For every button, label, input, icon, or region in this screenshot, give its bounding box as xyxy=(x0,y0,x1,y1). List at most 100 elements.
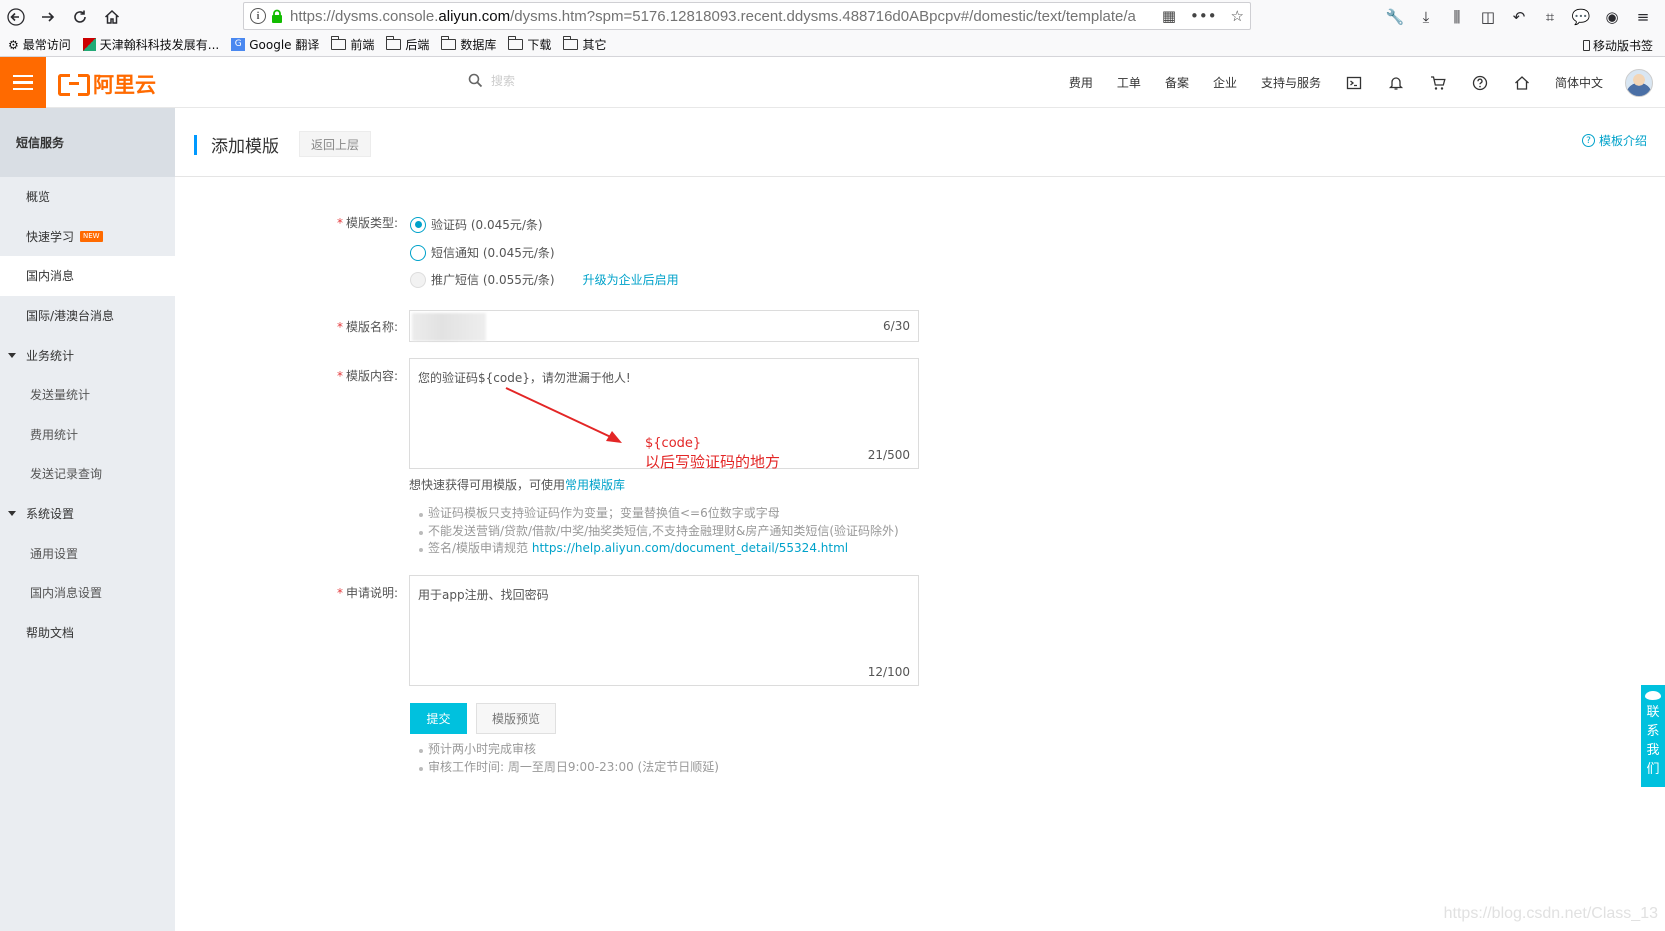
address-bar[interactable]: i https://dysms.console.aliyun.com/dysms… xyxy=(243,2,1251,30)
cart-icon[interactable] xyxy=(1417,75,1459,91)
sidebar-item-international[interactable]: 国际/港澳台消息 xyxy=(0,296,175,336)
lock-icon xyxy=(272,9,282,23)
caret-down-icon xyxy=(8,511,16,517)
aliyun-logo[interactable]: 阿里云 xyxy=(58,69,156,99)
folder-icon xyxy=(508,36,524,50)
remark-textarea[interactable]: 用于app注册、找回密码 12/100 xyxy=(409,575,919,686)
hamburger-menu-icon[interactable]: ≡ xyxy=(1633,7,1653,27)
console-header: 阿里云 搜索 费用 工单 备案 企业 支持与服务 简体中文 xyxy=(0,57,1665,108)
crop-icon[interactable]: ⌗ xyxy=(1540,7,1560,27)
folder-icon xyxy=(563,36,579,50)
back-arrow-icon[interactable] xyxy=(0,1,32,33)
preview-button[interactable]: 模版预览 xyxy=(476,703,556,734)
header-search[interactable]: 搜索 xyxy=(468,72,515,89)
help-icon[interactable] xyxy=(1459,75,1501,91)
sidebar-item-domestic-settings[interactable]: 国内消息设置 xyxy=(0,573,175,613)
mobile-bookmarks[interactable]: 移动版书签 xyxy=(1582,37,1653,54)
type-option-promotion: 推广短信 (0.055元/条) 升级为企业后启用 xyxy=(410,271,679,288)
tip-item: 签名/模版申请规范 https://help.aliyun.com/docume… xyxy=(418,540,899,558)
bookmark-folder-frontend[interactable]: 前端 xyxy=(331,36,374,53)
tip-item: 不能发送营销/贷款/借款/中奖/抽奖类短信,不支持金融理财&房产通知类短信(验证… xyxy=(418,523,899,541)
rule-doc-link[interactable]: https://help.aliyun.com/document_detail/… xyxy=(532,541,848,555)
wrench-icon[interactable]: 🔧 xyxy=(1385,7,1405,27)
forward-arrow-icon[interactable] xyxy=(32,1,64,33)
site-icon xyxy=(82,38,96,51)
bookmark-folder-other[interactable]: 其它 xyxy=(563,36,606,53)
chat-bubble-icon xyxy=(1645,691,1661,700)
chat-icon[interactable]: 💬 xyxy=(1571,7,1591,27)
template-name-input[interactable]: 6/30 xyxy=(409,310,919,342)
caret-down-icon xyxy=(8,352,16,358)
content-label: * 模版内容: xyxy=(336,369,398,383)
sidebar-item-send-records[interactable]: 发送记录查询 xyxy=(0,454,175,494)
undo-icon[interactable]: ↶ xyxy=(1509,7,1529,27)
menu-toggle-button[interactable] xyxy=(0,57,46,108)
search-icon xyxy=(468,73,483,88)
radio-checked[interactable] xyxy=(410,216,426,233)
template-library-link[interactable]: 常用模版库 xyxy=(565,478,625,492)
back-button[interactable]: 返回上层 xyxy=(299,131,371,157)
nav-billing[interactable]: 费用 xyxy=(1057,74,1105,91)
reload-icon[interactable] xyxy=(64,1,96,33)
info-icon[interactable]: i xyxy=(250,8,266,24)
sidebar-item-domestic[interactable]: 国内消息 xyxy=(0,256,175,296)
download-icon[interactable]: ⤓ xyxy=(1416,7,1436,27)
quick-hint: 想快速获得可用模版，可使用常用模版库 xyxy=(409,478,626,492)
avatar[interactable] xyxy=(1625,68,1653,97)
sidebar-item-cost-stats[interactable]: 费用统计 xyxy=(0,415,175,455)
bookmark-google-translate[interactable]: G Google 翻译 xyxy=(231,36,319,53)
remark-counter: 12/100 xyxy=(867,665,910,679)
blurred-name-value xyxy=(412,313,486,341)
watermark: https://blog.csdn.net/Class_13 xyxy=(1443,905,1658,922)
library-icon[interactable]: ⫼ xyxy=(1447,7,1467,27)
annotation-note: ${code} 以后写验证码的地方 xyxy=(645,434,780,472)
sidebar-group-statistics[interactable]: 业务统计 xyxy=(0,335,175,375)
submit-button[interactable]: 提交 xyxy=(410,703,467,734)
review-tips: 预计两小时完成审核 审核工作时间: 周一至周日9:00-23:00 (法定节日顺… xyxy=(418,741,719,776)
home-icon[interactable] xyxy=(1501,75,1543,91)
account-icon[interactable]: ◉ xyxy=(1602,7,1622,27)
radio-disabled xyxy=(410,271,426,288)
sidebar-item-overview[interactable]: 概览 xyxy=(0,177,175,217)
sidebar-item-send-stats[interactable]: 发送量统计 xyxy=(0,375,175,415)
type-option-verification[interactable]: 验证码 (0.045元/条) xyxy=(410,216,543,233)
nav-icp[interactable]: 备案 xyxy=(1153,74,1201,91)
sidebar-item-quick-learn[interactable]: 快速学习 NEW xyxy=(0,217,175,257)
folder-icon xyxy=(386,36,402,50)
bookmark-tianjin[interactable]: 天津翰科科技发展有... xyxy=(82,36,219,53)
bookmark-folder-download[interactable]: 下载 xyxy=(508,36,551,53)
sidebar-icon[interactable]: ◫ xyxy=(1478,7,1498,27)
name-label: * 模版名称: xyxy=(336,320,398,334)
remark-label: * 申请说明: xyxy=(336,586,398,600)
bookmark-star-icon[interactable]: ☆ xyxy=(1231,7,1244,25)
nav-enterprise[interactable]: 企业 xyxy=(1201,74,1249,91)
tip-item: 预计两小时完成审核 xyxy=(418,741,719,759)
type-option-notification[interactable]: 短信通知 (0.045元/条) xyxy=(410,244,555,261)
title-accent-bar xyxy=(194,135,197,155)
bookmark-folder-backend[interactable]: 后端 xyxy=(386,36,429,53)
sidebar-group-settings[interactable]: 系统设置 xyxy=(0,494,175,534)
language-switch[interactable]: 简体中文 xyxy=(1543,74,1615,91)
nav-tickets[interactable]: 工单 xyxy=(1105,74,1153,91)
template-intro-link[interactable]: ? 模板介绍 xyxy=(1581,132,1647,149)
nav-support[interactable]: 支持与服务 xyxy=(1249,74,1333,91)
folder-icon xyxy=(441,36,457,50)
remark-value: 用于app注册、找回密码 xyxy=(418,588,549,602)
browser-toolbar: i https://dysms.console.aliyun.com/dysms… xyxy=(0,0,1665,33)
contact-us-tab[interactable]: 联 系 我 们 xyxy=(1641,685,1665,787)
bookmark-most-visited[interactable]: ⚙ 最常访问 xyxy=(8,36,71,53)
radio-unchecked[interactable] xyxy=(410,244,426,261)
page-header: 添加模版 返回上层 ? 模板介绍 xyxy=(175,108,1665,177)
sidebar-item-help-docs[interactable]: 帮助文档 xyxy=(0,613,175,653)
more-actions-icon[interactable]: ••• xyxy=(1190,7,1217,25)
sidebar-item-general-settings[interactable]: 通用设置 xyxy=(0,533,175,573)
question-icon: ? xyxy=(1581,134,1595,147)
sidebar: 短信服务 概览 快速学习 NEW 国内消息 国际/港澳台消息 业务统计 发送量统计… xyxy=(0,108,175,931)
tip-item: 审核工作时间: 周一至周日9:00-23:00 (法定节日顺延) xyxy=(418,759,719,777)
home-icon[interactable] xyxy=(96,1,128,33)
qr-code-icon[interactable]: ▦ xyxy=(1162,7,1176,25)
bookmark-folder-database[interactable]: 数据库 xyxy=(441,36,496,53)
terminal-icon[interactable] xyxy=(1333,75,1375,91)
bell-icon[interactable] xyxy=(1375,75,1417,91)
upgrade-link[interactable]: 升级为企业后启用 xyxy=(583,271,679,288)
